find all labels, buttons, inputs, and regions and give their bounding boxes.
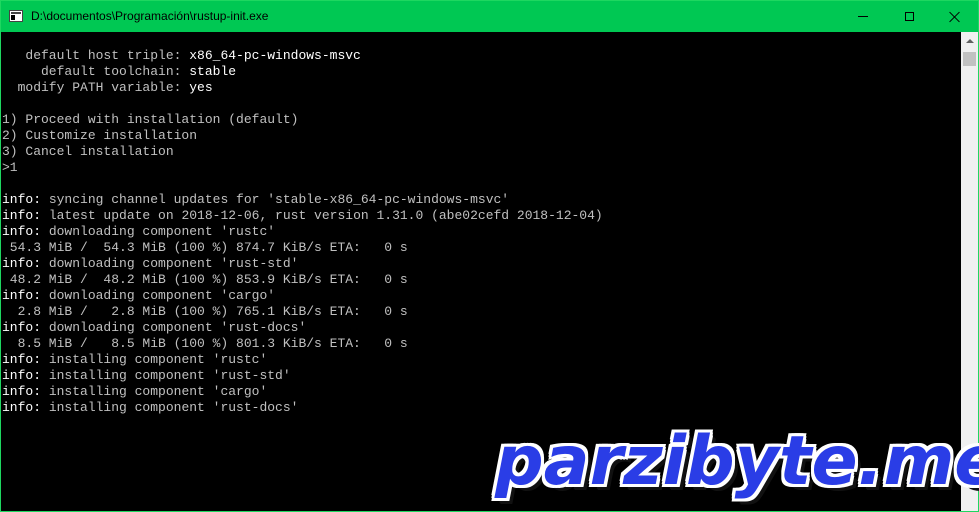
console-line: 2) Customize installation [2,128,198,143]
info-prefix: info: [2,368,42,383]
info-prefix: info: [2,320,42,335]
console-line: 54.3 MiB / 54.3 MiB (100 %) 874.7 KiB/s … [2,240,408,255]
info-prefix: info: [2,384,42,399]
console-line: info: installing component 'rust-std' [2,368,603,384]
console-lines: default host triple: x86_64-pc-windows-m… [2,48,603,416]
title-bar[interactable]: D:\documentos\Programación\rustup-init.e… [1,1,978,32]
console-line-text: installing component 'rust-docs' [41,400,299,415]
console-line: info: installing component 'cargo' [2,384,603,400]
console-line-text: downloading component 'rustc' [41,224,276,239]
info-prefix: info: [2,400,42,415]
console-line: default toolchain: stable [2,64,603,80]
console-line: modify PATH variable: yes [2,80,603,96]
console-line: 2.8 MiB / 2.8 MiB (100 %) 765.1 KiB/s ET… [2,304,408,319]
info-prefix: info: [2,224,42,239]
console-line: 48.2 MiB / 48.2 MiB (100 %) 853.9 KiB/s … [2,272,408,287]
console-line-text: installing component 'rustc' [41,352,268,367]
info-prefix: info: [2,352,42,367]
info-prefix: info: [2,288,42,303]
setting-label: default host triple: [2,48,190,63]
console-line: info: downloading component 'cargo' [2,288,603,304]
console-line: info: downloading component 'rustc' [2,224,603,240]
setting-value: yes [189,80,213,95]
close-button[interactable] [932,1,978,32]
setting-label: default toolchain: [2,64,190,79]
setting-label: modify PATH variable: [2,80,190,95]
console-line: info: downloading component 'rust-std' [2,256,603,272]
window-title: D:\documentos\Programación\rustup-init.e… [31,9,269,23]
info-prefix: info: [2,192,42,207]
console-line-text: latest update on 2018-12-06, rust versio… [41,208,603,223]
watermark-text: parzibyte.me [495,422,979,501]
console-line: info: syncing channel updates for 'stabl… [2,192,603,208]
setting-value: stable [189,64,237,79]
console-line: 3) Cancel installation [2,144,174,159]
console-line: info: installing component 'rust-docs' [2,400,603,416]
minimize-button[interactable] [840,1,886,32]
close-icon [949,11,961,23]
console-line-text: downloading component 'cargo' [41,288,276,303]
console-line: >1 [2,160,18,175]
console-line-text: syncing channel updates for 'stable-x86_… [41,192,510,207]
console-app-icon [9,10,23,22]
maximize-button[interactable] [886,1,932,32]
scroll-up-arrow-icon[interactable] [961,32,978,49]
console-line: info: downloading component 'rust-docs' [2,320,603,336]
console-line-text: downloading component 'rust-std' [41,256,299,271]
console-line-text: installing component 'rust-std' [41,368,291,383]
maximize-icon [904,12,914,21]
minimize-icon [858,16,868,17]
console-line-text: installing component 'cargo' [41,384,268,399]
console-line-text: downloading component 'rust-docs' [41,320,307,335]
console-line: info: latest update on 2018-12-06, rust … [2,208,603,224]
console-line: default host triple: x86_64-pc-windows-m… [2,48,603,64]
scrollbar-thumb[interactable] [963,52,976,66]
console-line: 1) Proceed with installation (default) [2,112,299,127]
info-prefix: info: [2,208,42,223]
console-line: info: installing component 'rustc' [2,352,603,368]
setting-value: x86_64-pc-windows-msvc [189,48,361,63]
console-line: 8.5 MiB / 8.5 MiB (100 %) 801.3 KiB/s ET… [2,336,408,351]
info-prefix: info: [2,256,42,271]
